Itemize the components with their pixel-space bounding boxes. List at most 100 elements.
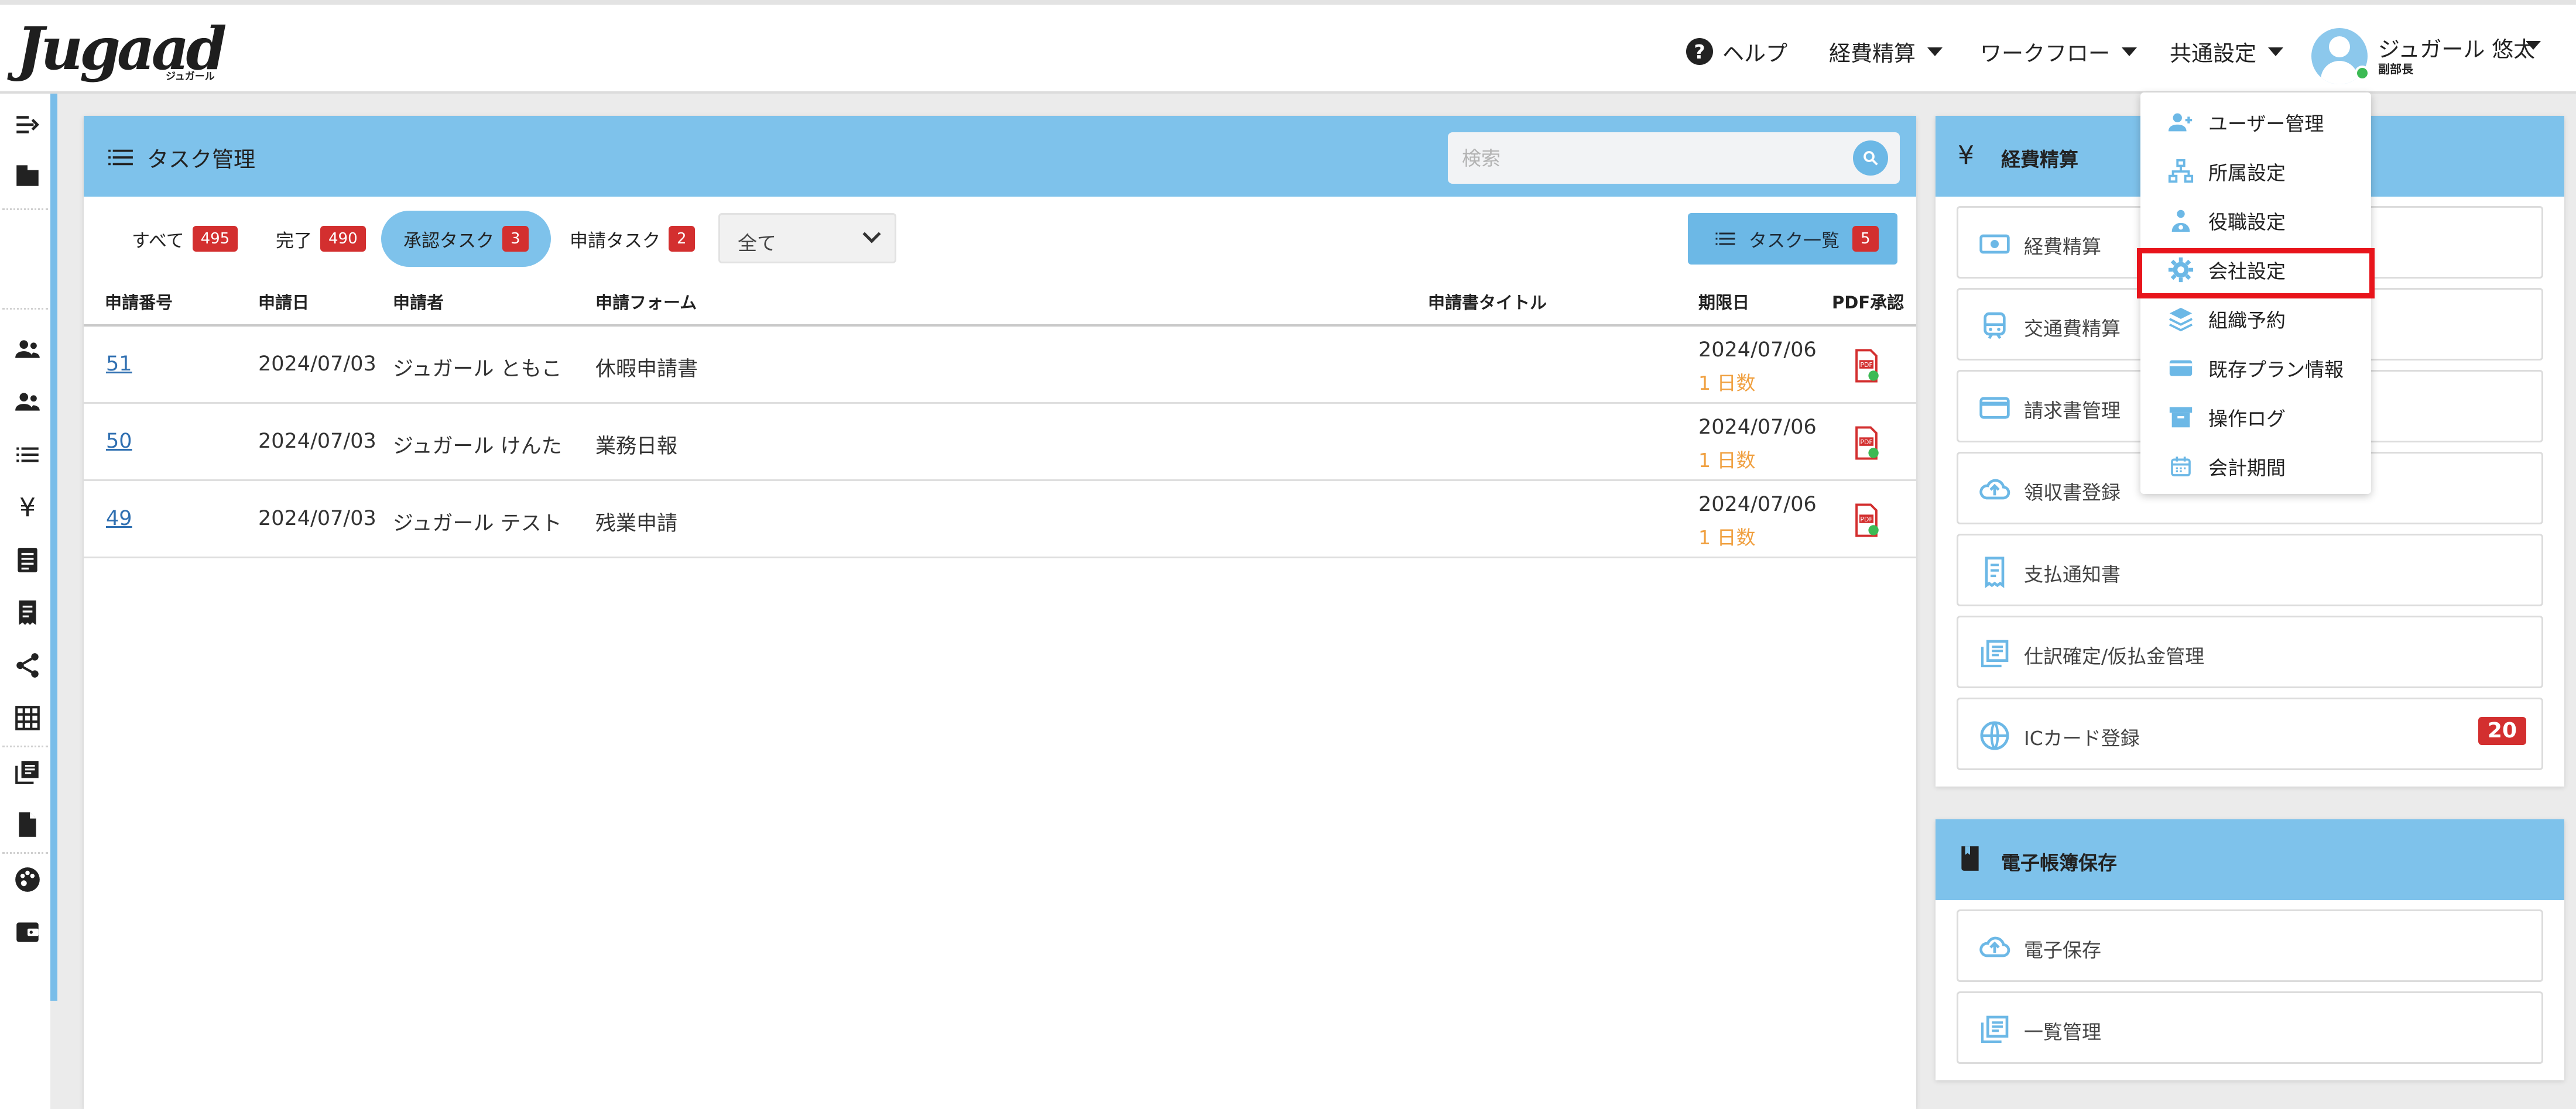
task-card-title: タスク管理 [147,147,255,172]
ebook-item-save[interactable]: 電子保存 [1957,909,2543,982]
column-header[interactable]: 期限日 [1698,289,1749,314]
train-icon [1984,312,2006,339]
ebook-item-list[interactable]: 一覧管理 [1957,991,2543,1064]
column-header[interactable]: PDF承認 [1832,289,1904,314]
application-number-link[interactable]: 50 [106,430,132,453]
nav-workflow[interactable]: ワークフロー [1980,22,2137,81]
filter-select[interactable]: 全て [718,213,896,263]
online-status-icon [2355,66,2370,81]
menu-item-plan-info[interactable]: 既存プラン情報 [2166,348,2344,389]
ebook-card-header: 電子帳簿保存 [1936,819,2564,900]
column-header[interactable]: 申請書タイトル [1428,289,1547,314]
table-icon[interactable] [12,702,43,734]
pdf-approve-icon[interactable]: PDF [1852,503,1881,537]
expense-item-journal[interactable]: 仕訳確定/仮払金管理 [1957,616,2543,688]
cloud-upload-icon [1979,936,2010,957]
archive-icon [2169,407,2193,428]
task-list-label: タスク一覧 [1749,230,1839,252]
filter-tab-request[interactable]: 申請タスク 2 [570,211,695,267]
list-icon [108,149,133,166]
building-icon[interactable] [12,159,43,191]
ebook-item-label: 一覧管理 [2024,1021,2101,1043]
receipt-icon [1985,557,2005,588]
nav-help[interactable]: ? ヘルプ [1686,22,1787,81]
search-input[interactable] [1462,143,1825,173]
users-icon[interactable] [12,334,43,365]
menu-item-accounting-period[interactable]: 会計期間 [2166,446,2286,487]
due-date: 2024/07/06 [1698,338,1817,362]
column-header[interactable]: 申請フォーム [595,289,697,314]
applicant-name: ジュガール テスト [393,512,562,535]
nav-expense[interactable]: 経費精算 [1829,22,1943,81]
file-icon[interactable] [12,809,43,840]
credit-card-icon [1979,397,2010,419]
sidebar-accent-bar [50,94,57,1001]
highlight-box [2137,248,2375,298]
yen-icon: ¥ [1958,140,1974,170]
menu-item-organization-reserve[interactable]: 組織予約 [2166,298,2286,339]
sidebar-toggle-icon[interactable] [12,109,43,140]
palette-icon[interactable] [12,864,43,895]
search-box [1448,132,1900,184]
jugaad-logo[interactable]: Jugaad ジュガール [16,14,227,83]
search-button[interactable] [1853,140,1888,176]
user-add-icon [2168,113,2193,132]
nav-workflow-label: ワークフロー [1980,41,2110,66]
list-icon[interactable] [12,439,43,471]
yen-icon[interactable]: ¥ [12,492,43,523]
menu-item-user-management[interactable]: ユーザー管理 [2166,102,2324,143]
nav-common-settings[interactable]: 共通設定 [2170,22,2283,81]
logo-subtitle: ジュガール [166,71,215,83]
money-icon [1979,234,2010,254]
menu-item-operation-log[interactable]: 操作ログ [2166,397,2286,438]
application-number-link[interactable]: 49 [106,507,132,530]
column-header[interactable]: 申請番号 [105,289,173,314]
wallet-icon[interactable] [12,916,43,948]
receipt-icon[interactable] [12,597,43,629]
pdf-approve-icon[interactable]: PDF [1852,349,1881,383]
due-date: 2024/07/06 [1698,493,1817,516]
filter-tab-done[interactable]: 完了 490 [276,211,366,267]
credit-card-icon [2169,360,2193,376]
count-badge: 490 [320,226,366,252]
document-icon[interactable] [12,544,43,576]
table-row[interactable]: 51 2024/07/03 ジュガール ともこ 休暇申請書 2024/07/06… [84,327,1916,404]
count-badge: 5 [1852,226,1879,252]
menu-item-department-settings[interactable]: 所属設定 [2166,151,2286,192]
menu-item-position-settings[interactable]: 役職設定 [2166,200,2286,241]
calendar-icon [2171,456,2191,476]
group-icon[interactable] [12,386,43,418]
due-date: 2024/07/06 [1698,416,1817,439]
table-row[interactable]: 50 2024/07/03 ジュガール けんた 業務日報 2024/07/06 … [84,404,1916,481]
filter-label: 申請タスク [570,230,660,252]
ebook-storage-card: 電子帳簿保存 電子保存 一覧管理 [1936,819,2564,1080]
layers-icon [2169,307,2193,332]
filter-tab-approval[interactable]: 承認タスク 3 [381,211,551,267]
applicant-name: ジュガール けんた [393,435,562,458]
expense-card-title: 経費精算 [2001,148,2078,171]
column-header[interactable]: 申請者 [393,289,444,314]
filter-tab-all[interactable]: すべて 495 [132,211,238,267]
pdf-approve-icon[interactable]: PDF [1852,426,1881,460]
list-icon [1715,232,1735,245]
count-badge: 495 [192,226,238,252]
nav-help-label: ヘルプ [1722,41,1787,66]
expense-item-ic-card[interactable]: ICカード登録 20 [1957,698,2543,770]
caret-down-icon [2268,47,2283,56]
task-list-button[interactable]: タスク一覧 5 [1688,213,1897,265]
user-name[interactable]: ジュガール 悠太 [2378,32,2535,63]
user-menu-caret-icon[interactable] [2526,41,2541,50]
application-form: 残業申請 [595,512,678,535]
share-icon[interactable] [12,650,43,681]
svg-text:PDF: PDF [1860,516,1872,523]
nav-expense-label: 経費精算 [1829,41,1916,66]
expense-item-payment-notice[interactable]: 支払通知書 [1957,534,2543,606]
svg-text:PDF: PDF [1860,438,1872,446]
library-icon[interactable] [12,756,43,788]
filter-label: すべて [132,230,184,252]
application-number-link[interactable]: 51 [106,352,132,376]
top-header: Jugaad ジュガール ? ヘルプ 経費精算 ワークフロー 共通設定 ジュガー… [0,0,2576,94]
column-header[interactable]: 申請日 [258,289,309,314]
caret-down-icon [1927,47,1943,56]
table-row[interactable]: 49 2024/07/03 ジュガール テスト 残業申請 2024/07/06 … [84,481,1916,558]
